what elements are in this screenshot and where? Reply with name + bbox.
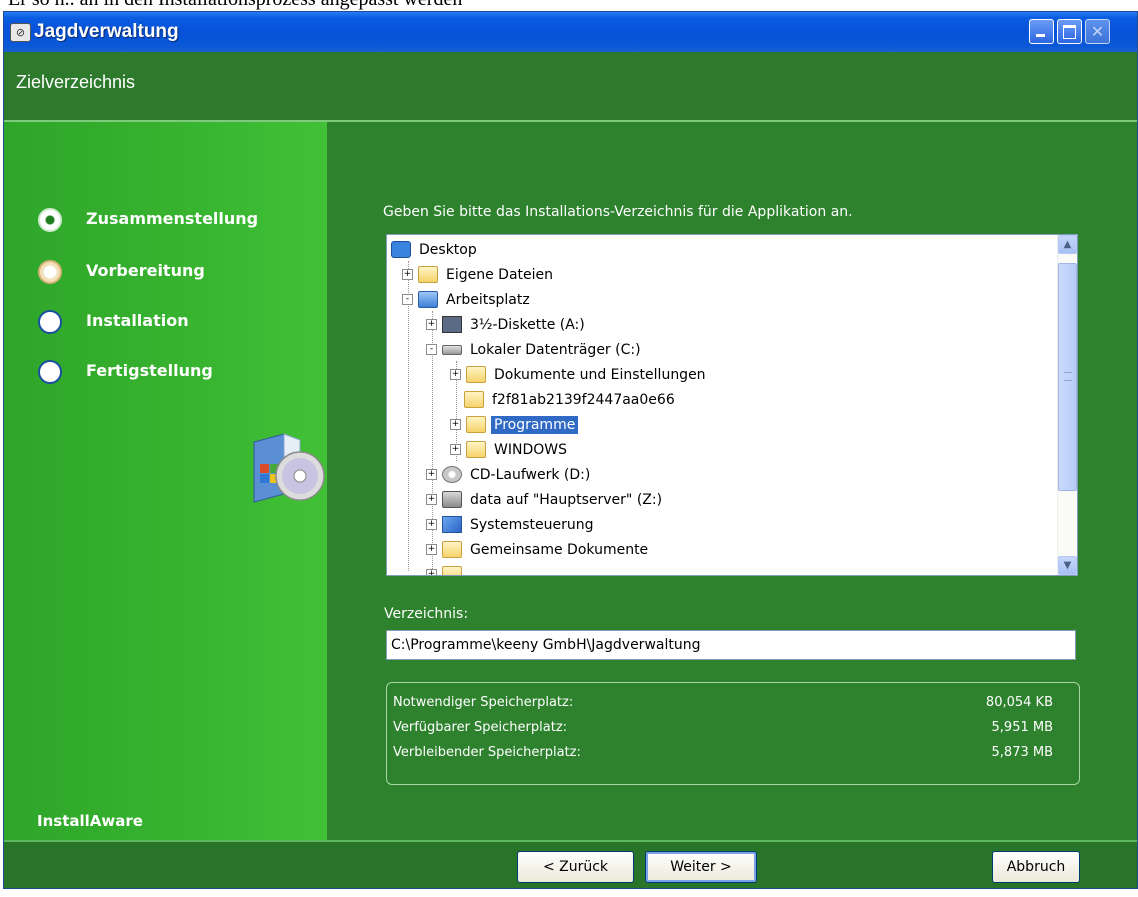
tree-scrollbar[interactable]: ▲ ▼ [1057,235,1077,575]
tree-node-gemeinsame-dokumente[interactable]: + Gemeinsame Dokumente [426,537,651,562]
tree-node-eigene-dateien[interactable]: + Eigene Dateien [402,262,556,287]
tree-node-label: 3½-Diskette (A:) [470,316,585,333]
step-active-icon [38,208,62,232]
space-value: 80,054 KB [985,695,1053,710]
tree-node-label: Systemsteuerung [470,516,594,533]
tree-node-label: Dokumente und Einstellungen [494,366,706,383]
tree-node-partial: + [426,562,467,575]
folder-icon [466,441,486,458]
step-label: Fertigstellung [86,361,213,380]
title-bar[interactable]: ⊘ Jagdverwaltung ✕ [4,12,1137,52]
expand-icon[interactable]: + [426,519,437,530]
expand-icon[interactable]: + [450,444,461,455]
expand-icon[interactable]: + [402,269,413,280]
step-label: Zusammenstellung [86,209,259,228]
scroll-down-icon[interactable]: ▼ [1058,556,1077,575]
brand-label: InstallAware [37,812,143,830]
tree-node-drive-c[interactable]: - Lokaler Datenträger (C:) [426,337,644,362]
desktop-icon [391,241,411,258]
tree-node-label: data auf "Hauptserver" (Z:) [470,491,663,508]
close-icon: ✕ [1090,22,1105,41]
back-button[interactable]: < Zurück [517,851,634,883]
disk-space-group: Notwendiger Speicherplatz: 80,054 KB Ver… [386,682,1080,785]
step-pending-icon [38,260,62,284]
page-header: Zielverzeichnis [4,52,1137,122]
folder-icon [442,566,462,575]
expand-icon[interactable]: + [426,544,437,555]
tree-node-label: CD-Laufwerk (D:) [470,466,591,483]
button-bar: < Zurück Weiter > Abbruch [4,840,1137,888]
folder-icon [442,541,462,558]
control-panel-icon [442,516,462,533]
tree-node-desktop[interactable]: Desktop [391,237,480,262]
collapse-icon[interactable]: - [402,294,413,305]
tree-node-windows[interactable]: + WINDOWS [450,437,570,462]
step-label: Vorbereitung [86,261,205,280]
scroll-thumb[interactable] [1058,263,1077,491]
tree-node-label: Arbeitsplatz [446,291,530,308]
folder-icon [418,266,438,283]
step-pending-icon [38,360,62,384]
expand-icon[interactable]: + [426,469,437,480]
expand-icon[interactable]: + [426,319,437,330]
tree-node-label: WINDOWS [494,441,567,458]
tree-node-programme[interactable]: + Programme [450,412,579,437]
computer-icon [418,291,438,308]
network-drive-icon [442,491,462,508]
tree-node-label-selected: Programme [491,415,579,434]
space-label: Notwendiger Speicherplatz: [393,695,574,710]
page-title: Zielverzeichnis [16,72,136,92]
next-button[interactable]: Weiter > [645,851,757,883]
tree-node-drive-d[interactable]: + CD-Laufwerk (D:) [426,462,593,487]
expand-icon: + [426,569,437,575]
clipped-document-text: Er so h.. an in den Installationsprozess… [8,0,462,11]
folder-tree[interactable]: Desktop + Eigene Dateien - Arbeitsplatz … [386,234,1078,576]
cdrom-icon [442,466,462,483]
tree-node-floppy[interactable]: + 3½-Diskette (A:) [426,312,588,337]
setup-box-icon [253,433,325,503]
install-directory-prompt: Geben Sie bitte das Installations-Verzei… [383,204,853,220]
tree-node-f2f81[interactable]: f2f81ab2139f2447aa0e66 [464,387,678,412]
minimize-button[interactable] [1029,19,1054,44]
harddisk-icon [442,344,462,355]
tree-node-arbeitsplatz[interactable]: - Arbeitsplatz [402,287,533,312]
tree-node-dokumente-einstellungen[interactable]: + Dokumente und Einstellungen [450,362,709,387]
cancel-button[interactable]: Abbruch [992,851,1080,883]
step-pending-icon [38,310,62,334]
tree-node-label: Eigene Dateien [446,266,554,283]
tree-node-label: f2f81ab2139f2447aa0e66 [492,391,675,408]
tree-node-systemsteuerung[interactable]: + Systemsteuerung [426,512,596,537]
directory-input[interactable]: C:\Programme\keeny GmbH\Jagdverwaltung [386,630,1076,660]
space-value: 5,951 MB [991,720,1053,735]
tree-node-label: Desktop [419,241,477,258]
folder-icon [464,391,484,408]
tree-node-label: Lokaler Datenträger (C:) [470,341,641,358]
maximize-button[interactable] [1057,19,1082,44]
app-icon: ⊘ [10,23,31,42]
space-row-available: Verfügbarer Speicherplatz: 5,951 MB [387,720,1079,740]
main-panel: Geben Sie bitte das Installations-Verzei… [327,122,1137,840]
installer-window: ⊘ Jagdverwaltung ✕ Zielverzeichnis Zusam… [3,11,1138,889]
floppy-icon [442,316,462,333]
tree-node-drive-z[interactable]: + data auf "Hauptserver" (Z:) [426,487,665,512]
collapse-icon[interactable]: - [426,344,437,355]
expand-icon[interactable]: + [426,494,437,505]
tree-node-label: Gemeinsame Dokumente [470,541,649,558]
space-label: Verbleibender Speicherplatz: [393,745,581,760]
space-row-remaining: Verbleibender Speicherplatz: 5,873 MB [387,745,1079,765]
folder-icon [466,416,486,433]
space-label: Verfügbarer Speicherplatz: [393,720,568,735]
step-label: Installation [86,311,189,330]
close-button[interactable]: ✕ [1085,19,1110,44]
expand-icon[interactable]: + [450,369,461,380]
directory-label: Verzeichnis: [384,606,469,622]
folder-icon [466,366,486,383]
expand-icon[interactable]: + [450,419,461,430]
space-row-required: Notwendiger Speicherplatz: 80,054 KB [387,695,1079,715]
scroll-up-icon[interactable]: ▲ [1058,235,1077,254]
space-value: 5,873 MB [991,745,1053,760]
steps-sidebar: Zusammenstellung Vorbereitung Installati… [4,122,327,840]
window-title: Jagdverwaltung [34,21,179,42]
